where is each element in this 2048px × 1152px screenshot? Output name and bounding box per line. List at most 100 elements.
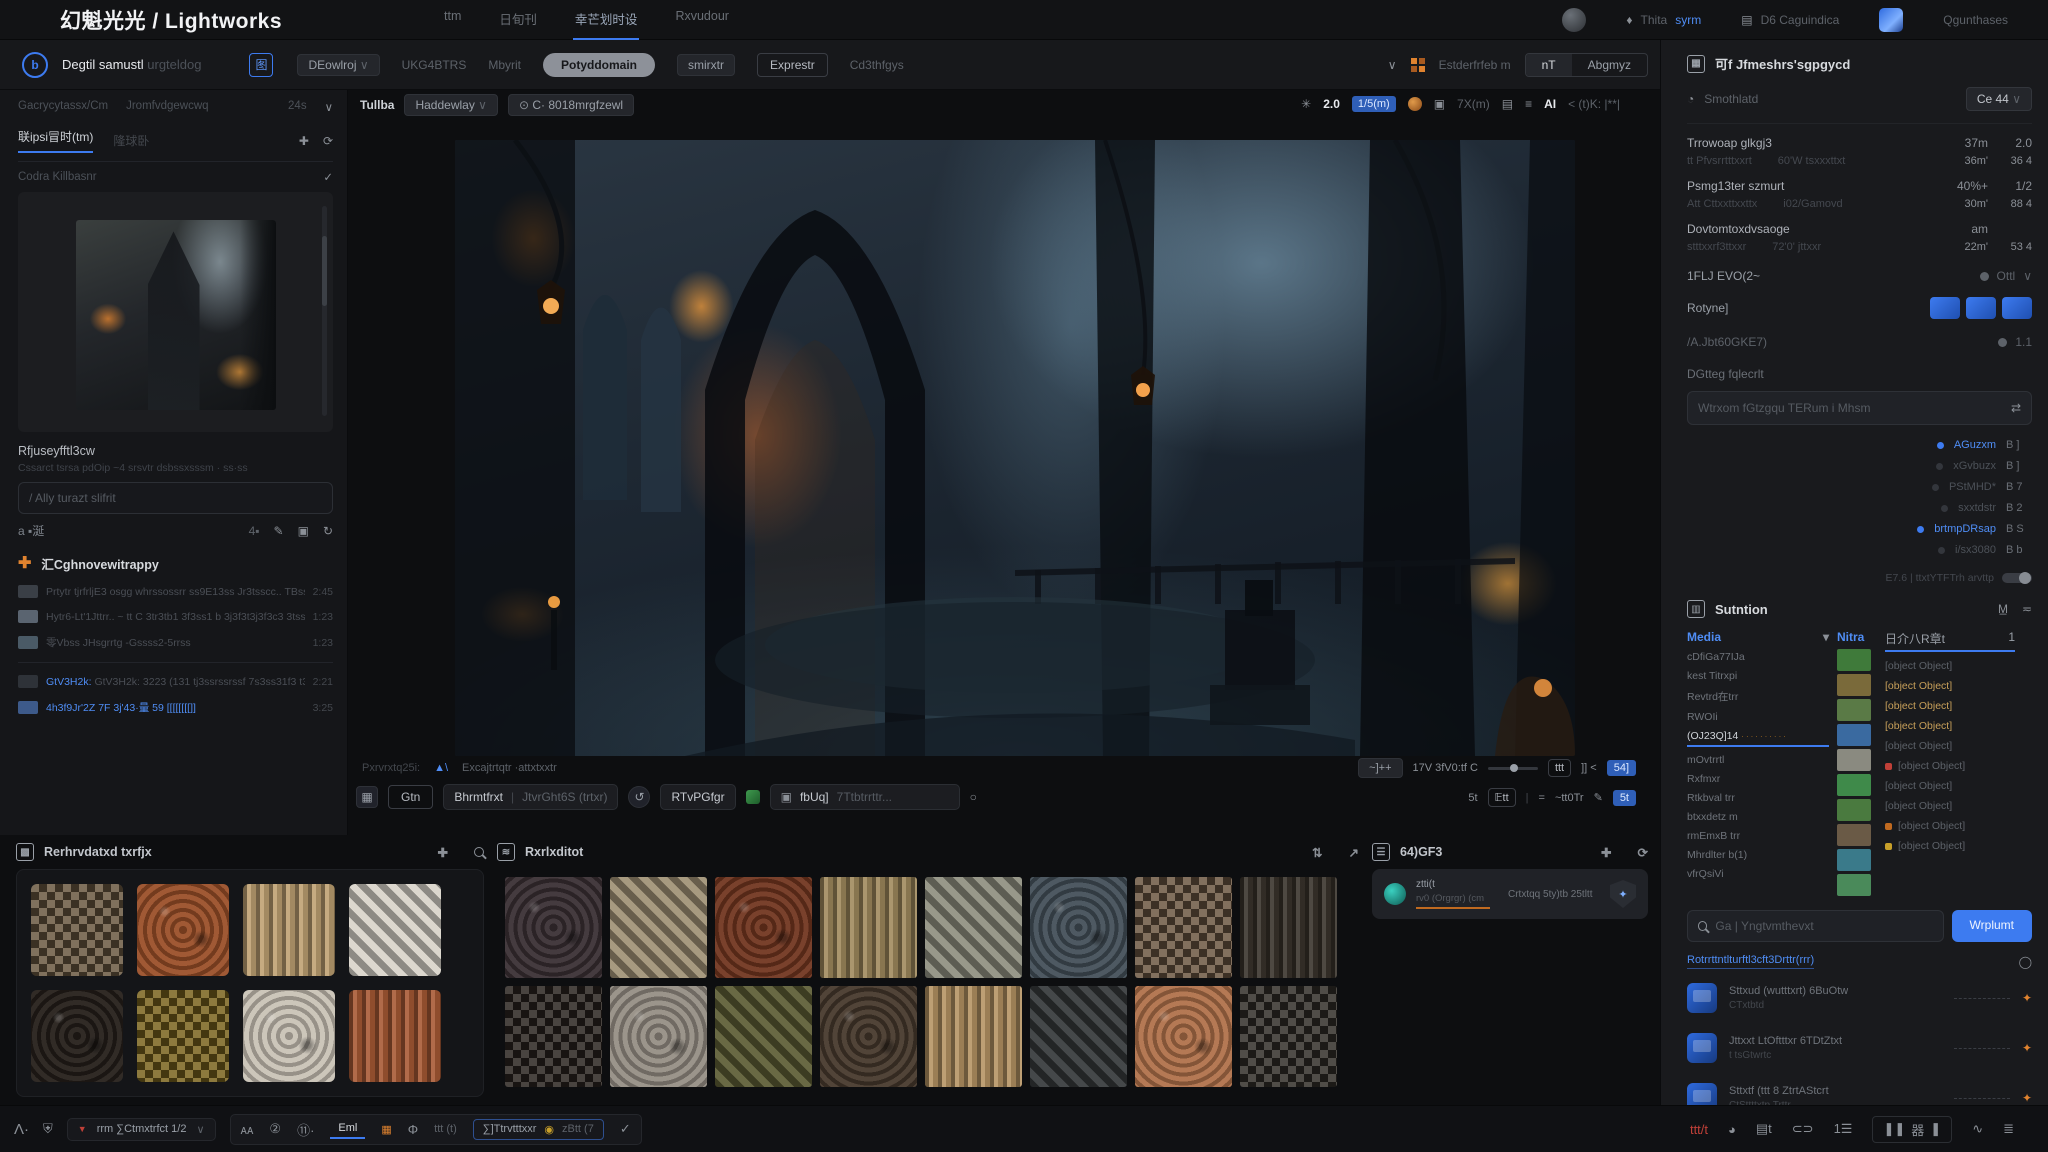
swap-icon[interactable]: ⇄ <box>2011 401 2021 415</box>
mode-a-button[interactable]: Bhrmtfrxt <box>454 790 503 804</box>
zoom-a[interactable]: 5t <box>1468 792 1477 804</box>
material-thumb[interactable] <box>1837 649 1871 671</box>
filter-icon[interactable]: ≂ <box>2022 602 2032 616</box>
texture-option-2[interactable] <box>1966 297 1996 319</box>
sort-up-icon[interactable]: ⇅ <box>1312 845 1322 860</box>
scale-label[interactable]: 7X(m) <box>1457 97 1490 111</box>
media-item[interactable]: Mhrdlter b(1) <box>1687 849 1829 861</box>
texture-swatch[interactable] <box>243 990 335 1082</box>
scene-render[interactable] <box>455 140 1575 756</box>
mini-setting-switch[interactable] <box>2002 573 2032 583</box>
detail-item[interactable]: [object Object] <box>1885 820 2032 832</box>
app-grid-icon[interactable] <box>1879 8 1903 32</box>
media-item[interactable]: Rtkbval trr <box>1687 792 1829 804</box>
detail-item[interactable]: [object Object] <box>1885 800 2032 812</box>
akb-value[interactable]: 1.1 <box>2015 335 2032 349</box>
project-name[interactable]: Degtil samustl urgteldog <box>62 57 201 72</box>
settings-button[interactable]: Cd3thfgys <box>850 58 904 72</box>
blue-group[interactable]: ∑]Ttrvtttxxr ◉ zBtt (7 <box>473 1119 604 1140</box>
media-item[interactable]: Revtrd在trr <box>1687 689 1829 704</box>
panels-icon[interactable]: ▣ <box>1434 97 1445 111</box>
list-icon[interactable]: 1☰ <box>1834 1121 1853 1137</box>
texture-swatch[interactable] <box>820 986 917 1087</box>
material-thumb[interactable] <box>1837 874 1871 896</box>
grid-mode-label[interactable]: Estderfrfeb m <box>1439 58 1511 72</box>
undo-icon[interactable]: ↺ <box>628 786 650 808</box>
zoom-c[interactable]: ~tt0Tr <box>1555 792 1584 804</box>
range-chip[interactable]: ~]++ <box>1358 758 1402 778</box>
account-name[interactable]: ♦ Thita syrm <box>1626 13 1701 27</box>
prop-sub-value-1[interactable]: 22m' <box>1942 241 1988 253</box>
material-thumb[interactable] <box>1837 824 1871 846</box>
layer-lock-icon[interactable]: B 2 <box>2006 502 2032 514</box>
history-link[interactable]: GtV3H2k: <box>46 676 92 688</box>
material-thumb[interactable] <box>1837 799 1871 821</box>
texture-swatch[interactable] <box>1135 877 1232 978</box>
history-item[interactable]: 4h3f9Jr'2Z 7F 3j'43·量 59 [[[[[[[[]] 3:25 <box>18 700 333 715</box>
nav-item-2[interactable]: 日旬刊 <box>497 0 539 40</box>
texture-swatch[interactable] <box>715 986 812 1087</box>
prop-value-1[interactable]: 40%+ <box>1942 179 1988 193</box>
texture-swatch[interactable] <box>715 877 812 978</box>
image-icon[interactable]: ▣ <box>298 524 309 538</box>
texture-swatch[interactable] <box>1030 877 1127 978</box>
sidebar-tab-1[interactable]: Gacrycytassx/Cm <box>18 100 108 114</box>
history-item[interactable]: Hytr6-Lt'1Jttrr.. ~ tt C 3tr3tb1 3f3ss1 … <box>18 610 333 623</box>
texture-swatch[interactable] <box>610 877 707 978</box>
layer-lock-icon[interactable]: B b <box>2006 544 2032 556</box>
refresh-icon[interactable]: ⟳ <box>323 134 333 148</box>
material-thumb[interactable] <box>1837 774 1871 796</box>
add-icon[interactable]: ✚ <box>1601 845 1611 860</box>
sidebar-tab-2[interactable]: Jromfvdgewcwq <box>126 100 208 114</box>
nav-item-1[interactable]: ttm <box>442 0 463 40</box>
layer-lock-icon[interactable]: B ] <box>2006 460 2032 472</box>
context-dropdown[interactable]: ▼ rrm ∑Ctmxtrfct 1/2 ∨ <box>67 1118 216 1141</box>
media-item-active[interactable]: (OJ23Q]14 ·········· <box>1687 730 1829 747</box>
texture-swatch[interactable] <box>31 990 123 1082</box>
export-button[interactable]: Exprestr <box>757 53 828 77</box>
uk-button[interactable]: UKG4BTRS <box>402 58 467 72</box>
eml-tab[interactable]: Eml <box>330 1119 365 1139</box>
media-item[interactable]: cDfiGa77IJa <box>1687 651 1829 663</box>
media-item[interactable]: kest Titrxpi <box>1687 670 1829 682</box>
collapse-check-icon[interactable]: ✓ <box>323 170 333 184</box>
phi-icon[interactable]: Φ <box>408 1122 418 1137</box>
result-link[interactable]: Rotrrttntlturftl3cft3Drttr(rrr) <box>1687 954 1814 969</box>
seg-left[interactable]: nT <box>1526 54 1572 76</box>
timeline-slider[interactable] <box>1488 767 1538 770</box>
media-item[interactable]: Rxfmxr <box>1687 773 1829 785</box>
layer-row[interactable]: sxxtdstr B 2 <box>1687 502 2032 514</box>
loop-icon[interactable]: ⊂⊃ <box>1792 1121 1814 1137</box>
gizmo-icon[interactable]: ✳ <box>1301 97 1311 111</box>
media-item[interactable]: mOvtrrtl <box>1687 754 1829 766</box>
layer-lock-icon[interactable]: B 7 <box>2006 481 2032 493</box>
record-icon[interactable]: ○ <box>970 790 977 804</box>
layer-row[interactable]: xGvbuzx B ] <box>1687 460 2032 472</box>
detail-item[interactable]: [object Object] <box>1885 680 2032 692</box>
transport-group[interactable]: ❚❚ 器 ❚ <box>1872 1116 1952 1143</box>
frame-icon[interactable]: 图 <box>249 53 273 77</box>
spark-icon[interactable]: ✦ <box>2022 1091 2032 1105</box>
material-thumb[interactable] <box>1837 749 1871 771</box>
workspace-switcher[interactable]: ▤ D6 Caguindica <box>1741 13 1839 27</box>
texture-swatch[interactable] <box>925 877 1022 978</box>
detail-item[interactable]: [object Object] <box>1885 700 2032 712</box>
zoom-d-badge[interactable]: 5t <box>1613 790 1636 806</box>
detail-item[interactable]: [object Object] <box>1885 740 2032 752</box>
zoom-value[interactable]: 2.0 <box>1323 97 1340 111</box>
prop-value-2[interactable] <box>1988 222 2032 236</box>
texture-swatch[interactable] <box>137 990 229 1082</box>
material-input[interactable] <box>1698 401 2011 415</box>
circle-icon[interactable]: ◯ <box>2019 955 2032 969</box>
clock-icon[interactable]: ② <box>269 1121 281 1137</box>
preview-thumbnail[interactable] <box>76 220 276 410</box>
texture-swatch[interactable] <box>1030 986 1127 1087</box>
quick-field-input[interactable] <box>837 790 949 804</box>
panel-search-input[interactable] <box>1715 919 1932 933</box>
texture-swatch[interactable] <box>349 990 441 1082</box>
history-item[interactable]: 零Vbss JHsgrrtg -Gssss2-5rrss 1:23 <box>18 635 333 650</box>
detail-item[interactable]: [object Object] <box>1885 720 2032 732</box>
seg-right[interactable]: Abgmyz <box>1572 54 1647 76</box>
material-thumb[interactable] <box>1837 674 1871 696</box>
lambda-icon[interactable]: Λ· <box>14 1121 29 1138</box>
